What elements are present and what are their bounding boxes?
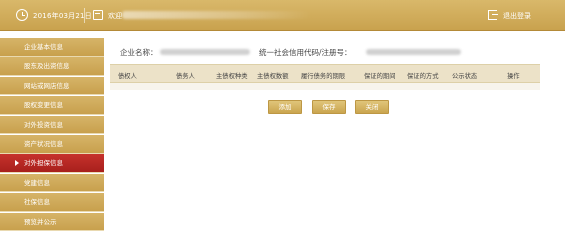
close-button[interactable]: 关闭 (355, 100, 389, 114)
logout-link[interactable]: 退出登录 (503, 11, 531, 21)
column-header: 公示状态 (452, 73, 478, 80)
sidebar-item-label: 股权变更信息 (24, 101, 63, 110)
sidebar-item-label: 党建信息 (24, 178, 50, 187)
welcome-label: 欢迎 (108, 12, 122, 20)
clock-icon (16, 9, 28, 21)
company-name-label: 企业名称： (120, 48, 158, 57)
column-header: 主债权数额 (257, 73, 289, 80)
sidebar: 企业基本信息 股东及出资信息 网站或网店信息 股权变更信息 对外投资信息 资产状… (0, 38, 104, 232)
column-header: 操作 (507, 73, 520, 80)
table-header: 债权人 债务人 主债权种类 主债权数额 履行债务的期限 保证的期间 保证的方式 … (110, 64, 540, 83)
sidebar-item-equity-change[interactable]: 股权变更信息 (0, 96, 104, 115)
redacted-uscc (366, 49, 461, 55)
sidebar-item-website[interactable]: 网站或网店信息 (0, 76, 104, 96)
column-header: 债务人 (176, 73, 195, 80)
sidebar-item-label: 对外担保信息 (24, 159, 63, 168)
sidebar-item-label: 社保信息 (24, 198, 50, 207)
logout-icon[interactable] (488, 10, 498, 20)
redacted-company-name (160, 49, 250, 55)
column-header: 保证的期间 (364, 73, 396, 80)
sidebar-item-shareholders[interactable]: 股东及出资信息 (0, 57, 104, 76)
top-bar: 2016年03月21日 欢迎 退出登录 (0, 0, 565, 31)
column-header: 保证的方式 (407, 73, 439, 80)
save-button[interactable]: 保存 (312, 100, 346, 114)
divider (84, 8, 85, 23)
sidebar-item-label: 股东及出资信息 (24, 62, 70, 71)
sidebar-item-social-security[interactable]: 社保信息 (0, 193, 104, 212)
column-header: 债权人 (118, 73, 137, 80)
user-icon (93, 10, 103, 20)
sidebar-item-basic-info[interactable]: 企业基本信息 (0, 38, 104, 57)
sidebar-item-preview-publish[interactable]: 预览并公示 (0, 212, 104, 232)
sidebar-item-label: 资产状况信息 (24, 139, 63, 148)
sidebar-item-investment[interactable]: 对外投资信息 (0, 115, 104, 135)
sidebar-item-label: 对外投资信息 (24, 120, 63, 129)
table-body (110, 83, 540, 90)
chevron-right-icon (15, 160, 19, 167)
sidebar-item-assets[interactable]: 资产状况信息 (0, 134, 104, 154)
column-header: 主债权种类 (216, 73, 248, 80)
sidebar-item-label: 预览并公示 (24, 217, 57, 226)
redacted-username (122, 11, 312, 19)
sidebar-item-party[interactable]: 党建信息 (0, 173, 104, 193)
add-button[interactable]: 添加 (268, 100, 302, 114)
sidebar-item-guarantee[interactable]: 对外担保信息 (0, 154, 104, 173)
uscc-label: 统一社会信用代码/注册号： (259, 48, 352, 57)
column-header: 履行债务的期限 (301, 73, 346, 80)
sidebar-item-label: 网站或网店信息 (24, 81, 70, 90)
sidebar-item-label: 企业基本信息 (24, 43, 63, 51)
